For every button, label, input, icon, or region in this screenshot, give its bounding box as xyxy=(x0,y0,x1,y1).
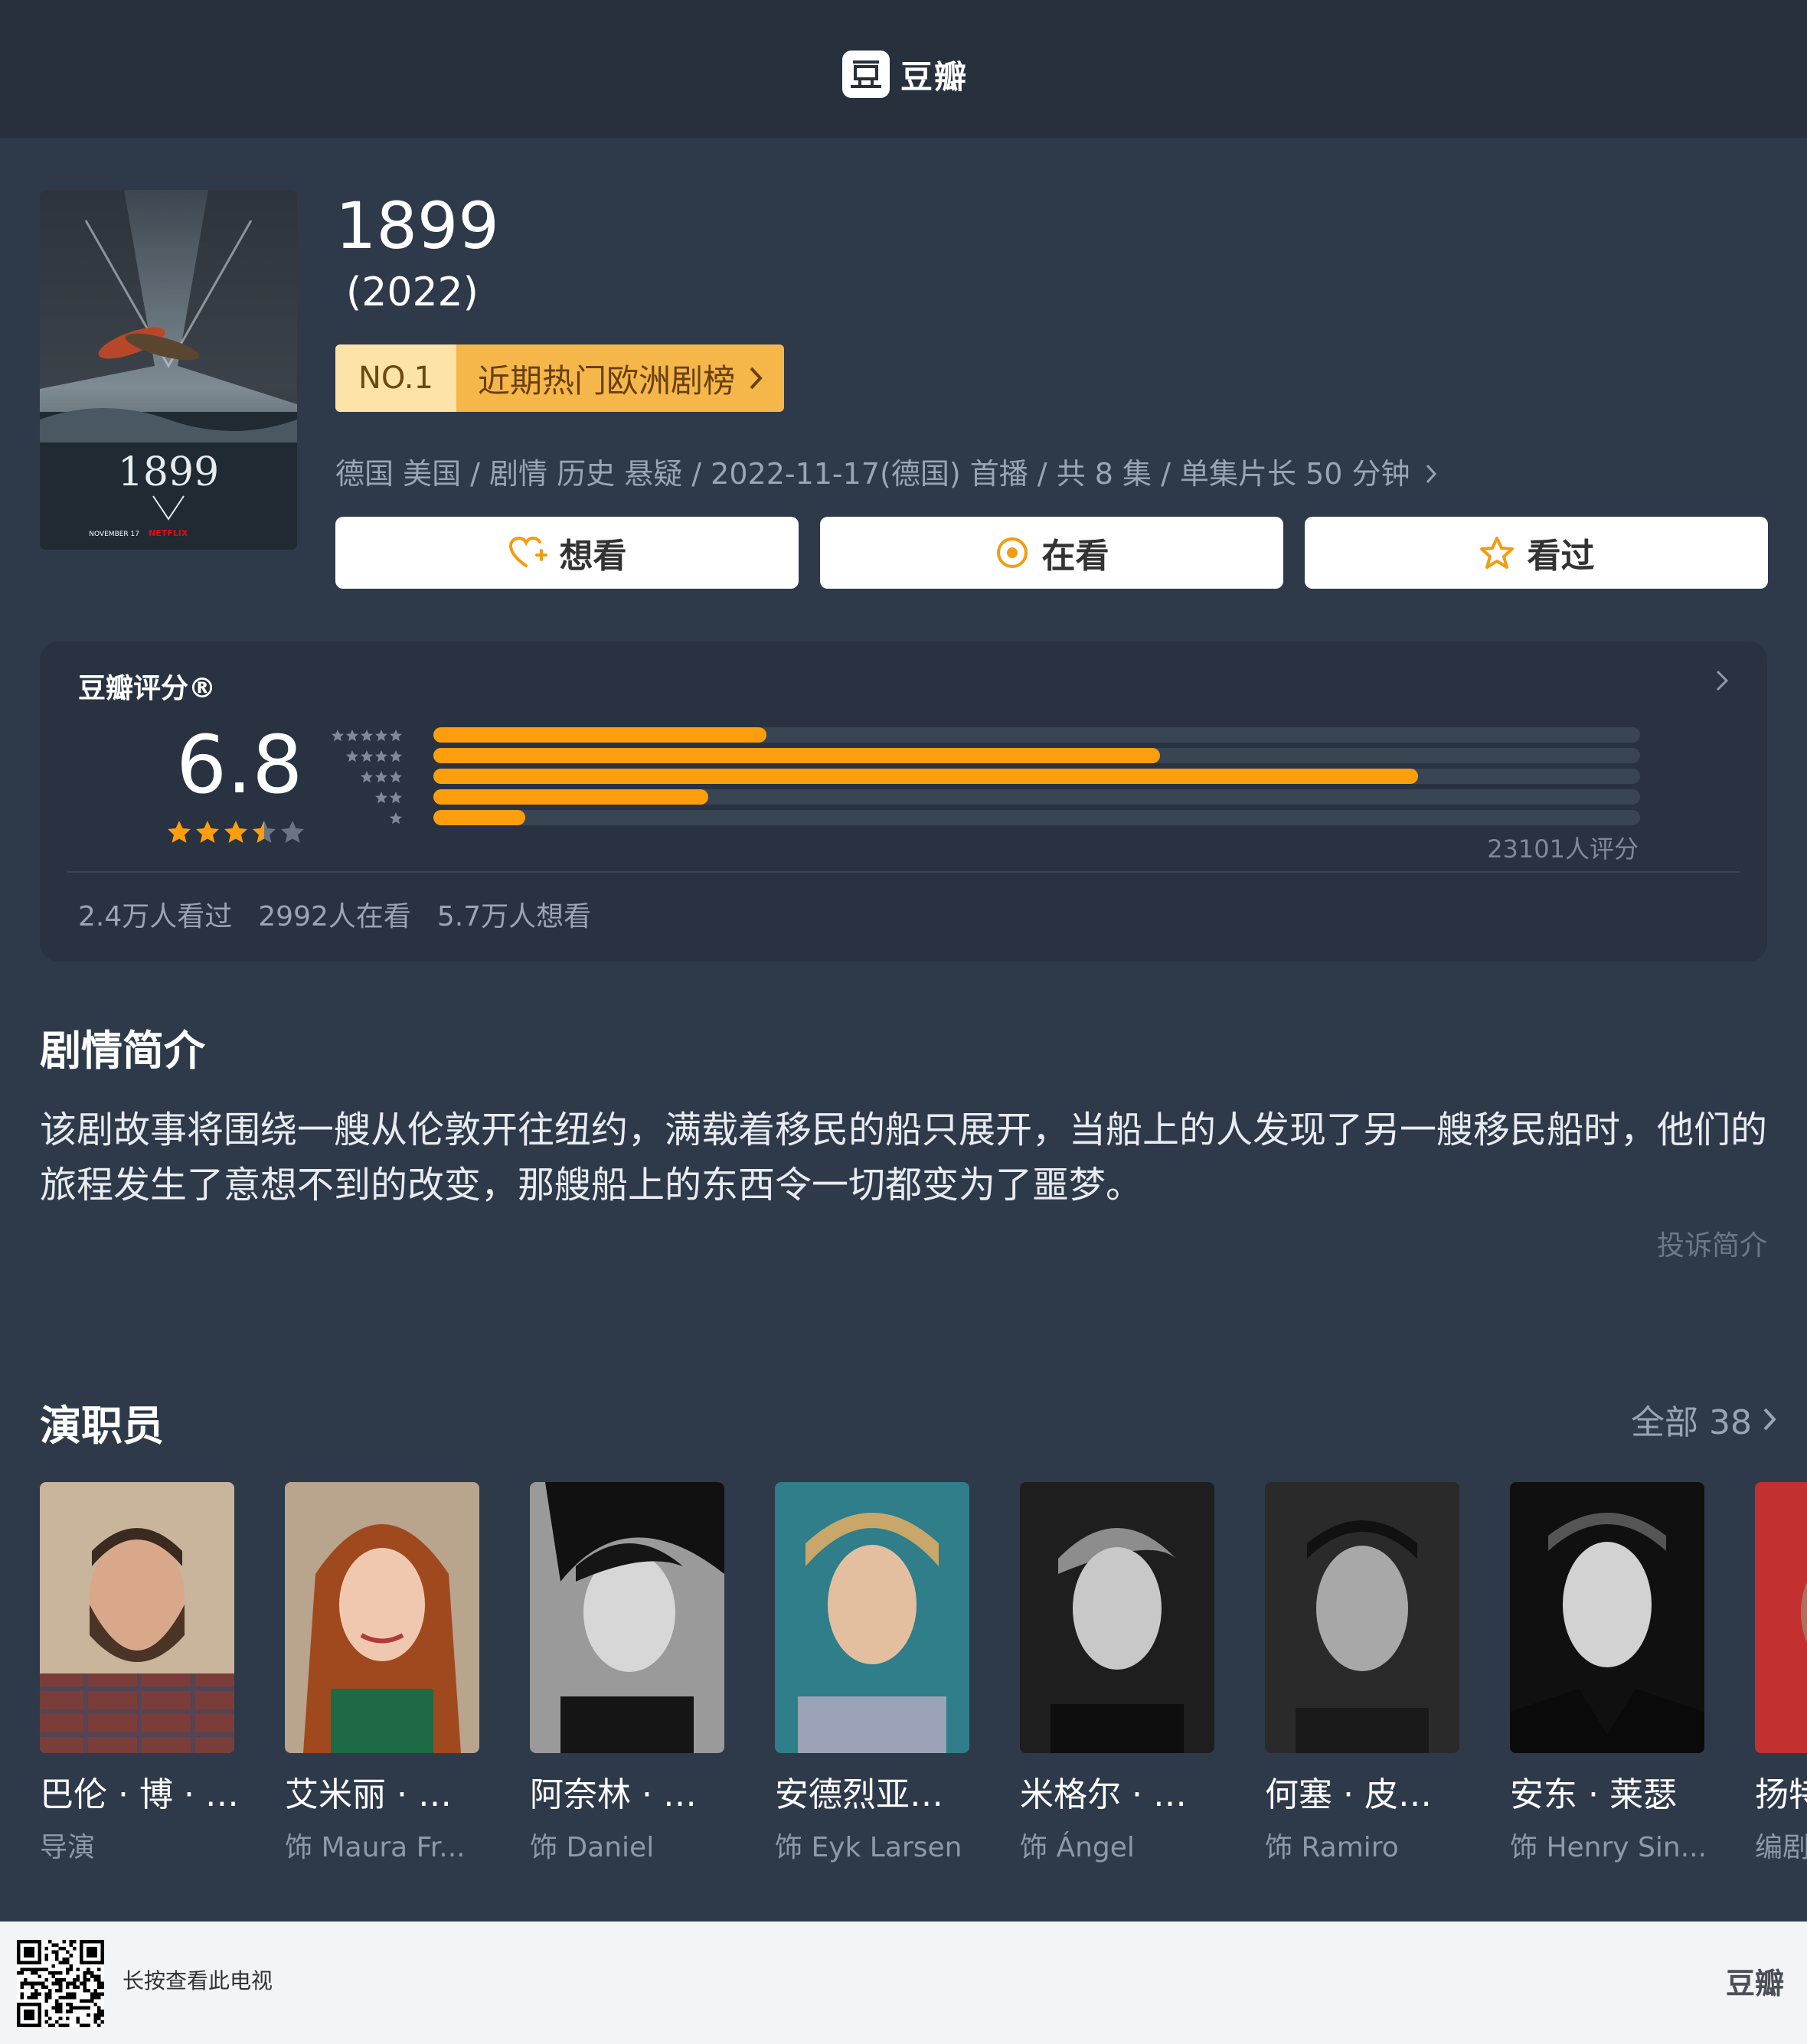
bar-fill-1 xyxy=(433,810,525,825)
share-footer: 长按查看此电视 豆瓣 xyxy=(0,1922,1807,2044)
douban-logo-icon xyxy=(842,51,890,98)
footer-hint: 长按查看此电视 xyxy=(123,1968,273,1993)
synopsis-text: 该剧故事将围绕一艘从伦敦开往纽约，满载着移民的船只展开，当船上的人发现了另一艘移… xyxy=(40,1109,1768,1206)
watching-label: 在看 xyxy=(1041,537,1109,576)
rank-number: NO.1 xyxy=(335,344,456,412)
cast-name: 艾米丽 · … xyxy=(285,1775,452,1814)
star-filled-icon xyxy=(196,821,219,843)
watched-label: 看过 xyxy=(1527,537,1595,576)
cast-role: 饰 Daniel xyxy=(530,1832,655,1863)
star-empty-icon xyxy=(281,821,304,843)
cast-photo xyxy=(1020,1482,1214,1753)
heart-plus-icon xyxy=(508,536,547,567)
bar-fill-3 xyxy=(433,769,1419,784)
view-all-label: 全部 38 xyxy=(1631,1403,1752,1442)
report-synopsis-link[interactable]: 投诉简介 xyxy=(1657,1223,1767,1263)
cast-member[interactable]: 米格尔 · … 饰 Ángel xyxy=(1020,1482,1214,1865)
cast-name: 扬特 xyxy=(1755,1775,1807,1814)
star-filled-icon xyxy=(168,821,191,843)
meta-text: 德国 美国 / 剧情 历史 悬疑 / 2022-11-17(德国) 首播 / 共… xyxy=(335,457,1410,491)
svg-text:NOVEMBER 17: NOVEMBER 17 xyxy=(89,531,139,538)
cast-role: 饰 Maura Fr... xyxy=(285,1832,466,1863)
watched-count: 2.4万人看过 xyxy=(78,901,233,932)
cast-role: 饰 Henry Sin... xyxy=(1510,1832,1707,1863)
bar-fill-4 xyxy=(433,748,1160,763)
bar-fill-5 xyxy=(433,727,766,743)
rating-card[interactable]: 豆瓣评分® 6.8 23101人评分 2.4万人看过 2992人在看 5.7万人… xyxy=(40,642,1767,962)
ranking-badge[interactable]: NO.1 近期热门欧洲剧榜 xyxy=(335,344,784,412)
cast-photo xyxy=(530,1482,724,1753)
rating-bar-4 xyxy=(433,748,1640,763)
cast-role: 导演 xyxy=(40,1832,96,1863)
cast-member[interactable]: 艾米丽 · … 饰 Maura Fr... xyxy=(285,1482,479,1865)
chevron-right-icon xyxy=(750,367,763,390)
want-to-watch-label: 想看 xyxy=(559,537,627,576)
footer-brand: 豆瓣 xyxy=(1725,1967,1784,2000)
chevron-right-icon xyxy=(1426,464,1436,484)
rating-label: 豆瓣评分® xyxy=(78,673,217,704)
cast-name: 何塞 · 皮… xyxy=(1265,1775,1432,1814)
rating-count: 23101人评分 xyxy=(1487,834,1639,864)
cast-member[interactable]: 何塞 · 皮… 饰 Ramiro xyxy=(1265,1482,1459,1865)
cast-name: 阿奈林 · … xyxy=(530,1775,697,1814)
watching-count: 2992人在看 xyxy=(258,901,411,932)
cast-title: 演职员 xyxy=(40,1402,164,1450)
cast-name: 安东 · 莱瑟 xyxy=(1510,1775,1677,1814)
cast-photo xyxy=(1265,1482,1459,1753)
action-buttons: 想看 在看 看过 xyxy=(335,517,1768,589)
rank-list-name: 近期热门欧洲剧榜 xyxy=(456,344,784,412)
synopsis-title: 剧情简介 xyxy=(40,1027,205,1075)
rating-bar-1 xyxy=(433,810,1640,825)
watched-button[interactable]: 看过 xyxy=(1305,517,1768,589)
rank-list-label: 近期热门欧洲剧榜 xyxy=(477,361,735,400)
cast-role: 饰 Ramiro xyxy=(1265,1832,1399,1863)
cast-member[interactable]: 安德烈亚… 饰 Eyk Larsen xyxy=(775,1482,969,1865)
rating-bar-2 xyxy=(433,789,1640,805)
cast-role: 编剧 xyxy=(1755,1832,1807,1863)
star-filled-icon xyxy=(224,821,247,843)
brand-name: 豆瓣 xyxy=(900,57,969,96)
poster-image[interactable]: 1899 NOVEMBER 17 NETFLIX xyxy=(40,190,297,550)
cast-role: 饰 Eyk Larsen xyxy=(775,1832,962,1863)
want-to-watch-button[interactable]: 想看 xyxy=(335,517,799,589)
divider xyxy=(67,871,1740,873)
cast-photo xyxy=(285,1482,479,1753)
cast-photo xyxy=(1510,1482,1704,1753)
chevron-right-icon xyxy=(1763,1408,1776,1431)
cast-list: 巴伦 · 博 · … 导演 艾米丽 · … 饰 Maura Fr... 阿奈林 … xyxy=(40,1482,1807,1865)
star-outline-icon xyxy=(1479,537,1514,569)
distribution-star-labels xyxy=(331,727,423,838)
rating-score: 6.8 xyxy=(176,718,303,811)
want-count: 5.7万人想看 xyxy=(436,901,592,932)
target-icon xyxy=(996,537,1028,568)
show-title: 1899 xyxy=(335,188,499,263)
cast-member[interactable]: 阿奈林 · … 饰 Daniel xyxy=(530,1482,724,1865)
view-all-cast-link[interactable]: 全部 38 xyxy=(1631,1395,1776,1444)
show-meta[interactable]: 德国 美国 / 剧情 历史 悬疑 / 2022-11-17(德国) 首播 / 共… xyxy=(335,450,1790,492)
watch-stats: 2.4万人看过 2992人在看 5.7万人想看 xyxy=(78,894,591,934)
show-year: (2022) xyxy=(346,269,479,315)
poster-title-text: 1899 xyxy=(118,449,219,495)
cast-member[interactable]: 扬特 编剧 xyxy=(1755,1482,1807,1865)
svg-text:NETFLIX: NETFLIX xyxy=(149,528,188,538)
cast-member[interactable]: 巴伦 · 博 · … 导演 xyxy=(40,1482,239,1865)
cast-role: 饰 Ángel xyxy=(1020,1832,1135,1863)
cast-photo xyxy=(40,1482,234,1753)
cast-member[interactable]: 安东 · 莱瑟 饰 Henry Sin... xyxy=(1510,1482,1707,1865)
cast-name: 巴伦 · 博 · … xyxy=(40,1775,239,1814)
rating-distribution xyxy=(433,727,1640,831)
rating-bar-3 xyxy=(433,769,1640,784)
cast-name: 安德烈亚… xyxy=(775,1775,943,1814)
chevron-right-icon[interactable] xyxy=(1715,669,1729,692)
qr-code[interactable] xyxy=(17,1940,104,2030)
score-stars xyxy=(165,819,306,850)
cast-photo xyxy=(1755,1482,1807,1753)
douban-logo[interactable]: 豆瓣 xyxy=(842,51,968,98)
cast-photo xyxy=(775,1482,969,1753)
cast-name: 米格尔 · … xyxy=(1020,1775,1187,1814)
top-bar: 豆瓣 xyxy=(0,0,1807,138)
bar-fill-2 xyxy=(433,789,709,805)
watching-button[interactable]: 在看 xyxy=(820,517,1283,589)
rating-bar-5 xyxy=(433,727,1640,743)
